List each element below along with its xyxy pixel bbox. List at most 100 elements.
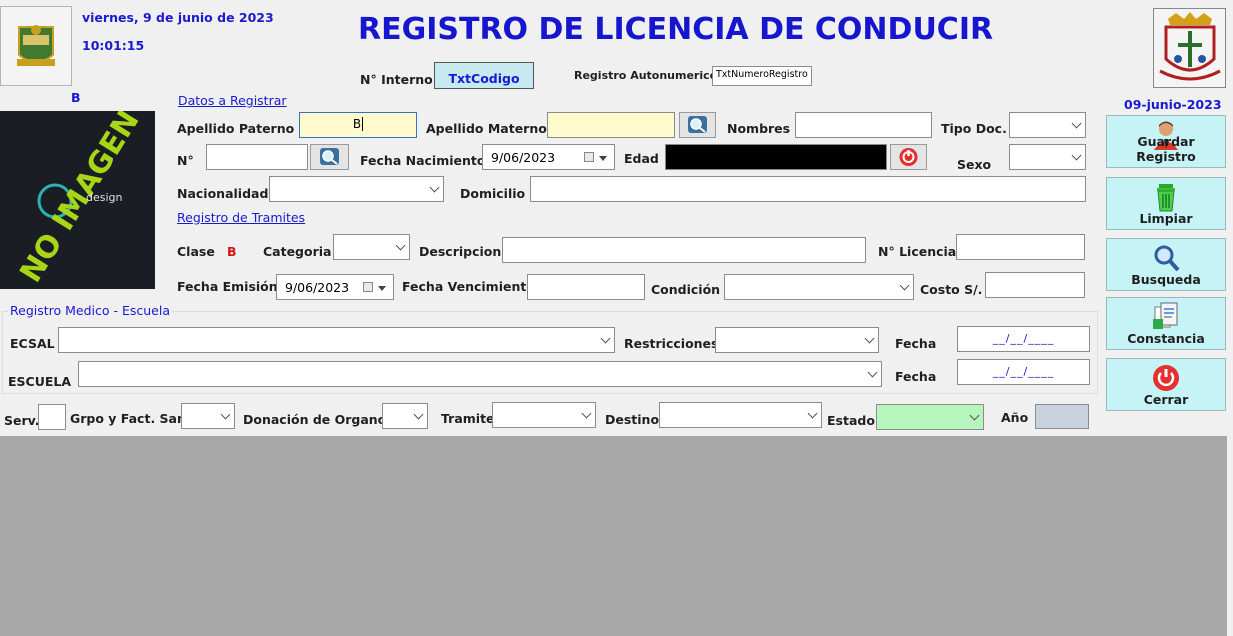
busqueda-label: Busqueda [1131, 272, 1201, 287]
limpiar-button[interactable]: Limpiar [1106, 177, 1226, 230]
nombres-input[interactable] [795, 112, 932, 138]
costo-label: Costo S/. [920, 282, 983, 297]
licencia-input[interactable] [956, 234, 1085, 260]
busqueda-button[interactable]: Busqueda [1106, 238, 1226, 291]
medico-section-title: Registro Medico - Escuela [8, 303, 173, 318]
tipo-doc-select[interactable] [1009, 112, 1086, 138]
dropdown-arrow-icon [599, 156, 607, 161]
registro-autonumerico-label: Registro Autonumerico [574, 69, 718, 82]
sexo-label: Sexo [957, 157, 992, 172]
nombres-label: Nombres [727, 121, 791, 136]
ecsal-label: ECSAL [10, 336, 55, 351]
descripcion-input[interactable] [502, 237, 866, 263]
search-icon [320, 148, 339, 165]
search-materno-button[interactable] [679, 112, 716, 138]
photo-b-label: B [71, 90, 81, 105]
licencia-label: N° Licencia [878, 244, 957, 259]
fecha-vencimiento-input[interactable] [527, 274, 645, 300]
side-date: 09-junio-2023 [1124, 97, 1222, 112]
fecha-escuela-mask: __/__/____ [992, 365, 1055, 378]
fecha-ecsal-label: Fecha [895, 336, 937, 351]
search-numero-button[interactable] [310, 144, 349, 170]
descripcion-label: Descripcion [419, 244, 502, 259]
tramites-section-title: Registro de Tramites [177, 210, 306, 225]
costo-input[interactable] [985, 272, 1085, 298]
tramite-select[interactable] [492, 402, 596, 428]
donacion-organos-label: Donación de Organos [243, 412, 394, 427]
domicilio-label: Domicilio [460, 186, 526, 201]
calendar-icon [363, 282, 373, 292]
anio-field[interactable] [1035, 404, 1089, 429]
edad-label: Edad [624, 151, 659, 166]
nacionalidad-label: Nacionalidad [177, 186, 269, 201]
detail-area [0, 436, 1227, 636]
constancia-label: Constancia [1127, 331, 1205, 346]
categoria-label: Categoria [263, 244, 332, 259]
trash-icon [1157, 184, 1175, 212]
apellido-paterno-value: B [352, 117, 362, 131]
fecha-escuela-input[interactable]: __/__/____ [957, 359, 1090, 385]
calendar-icon [584, 152, 594, 162]
power-icon [899, 148, 918, 166]
document-icon [1153, 302, 1178, 329]
clase-label: Clase [177, 244, 215, 259]
search-icon [1154, 245, 1180, 272]
tipo-doc-label: Tipo Doc. [941, 121, 1007, 136]
condicion-label: Condición [651, 282, 721, 297]
interno-label: N° Interno [360, 72, 433, 87]
constancia-button[interactable]: Constancia [1106, 297, 1226, 350]
fecha-nacimiento-picker[interactable]: 9/06/2023 [482, 144, 615, 170]
registro-number-field[interactable]: TxtNumeroRegistro [712, 66, 812, 86]
domicilio-input[interactable] [530, 176, 1086, 202]
ecsal-select[interactable] [58, 327, 615, 353]
fecha-vencimiento-label: Fecha Vencimiento [402, 279, 535, 294]
numero-label: N° [177, 153, 194, 168]
photo-placeholder: NO IMAGEN design [0, 111, 155, 289]
apellido-materno-input[interactable] [547, 112, 675, 138]
serv-input[interactable] [38, 404, 66, 430]
codigo-button[interactable]: TxtCodigo [434, 62, 534, 89]
nacionalidad-select[interactable] [269, 176, 444, 202]
limpiar-label: Limpiar [1139, 211, 1193, 226]
cerrar-label: Cerrar [1143, 392, 1189, 407]
grupo-sanguineo-select[interactable] [181, 403, 235, 429]
escuela-select[interactable] [78, 361, 882, 387]
search-icon [688, 116, 707, 133]
license-registration-form: viernes, 9 de junio de 2023 10:01:15 REG… [0, 0, 1233, 636]
restricciones-select[interactable] [715, 327, 879, 353]
serv-label: Serv. [4, 413, 40, 428]
estado-select[interactable] [876, 404, 984, 430]
power-icon [1153, 365, 1179, 391]
fecha-nacimiento-value: 9/06/2023 [491, 150, 556, 165]
fecha-emision-picker[interactable]: 9/06/2023 [276, 274, 394, 300]
fecha-escuela-label: Fecha [895, 369, 937, 384]
fecha-emision-value: 9/06/2023 [285, 280, 350, 295]
cerrar-button[interactable]: Cerrar [1106, 358, 1226, 411]
clase-value: B [227, 244, 237, 259]
calcular-edad-button[interactable] [890, 144, 927, 170]
donacion-organos-select[interactable] [382, 403, 428, 429]
emblem-logo-right [1153, 8, 1226, 88]
dropdown-arrow-icon [378, 286, 386, 291]
codigo-button-label: TxtCodigo [448, 71, 520, 86]
destino-label: Destino [605, 412, 660, 427]
guardar-registro-label: Guardar Registro [1136, 134, 1196, 164]
apellido-paterno-input[interactable]: B [299, 112, 417, 138]
registro-number-value: TxtNumeroRegistro [716, 69, 808, 80]
guardar-registro-button[interactable]: Guardar Registro [1106, 115, 1226, 168]
categoria-select[interactable] [333, 234, 410, 260]
fecha-nacimiento-label: Fecha Nacimiento [360, 153, 486, 168]
sexo-select[interactable] [1009, 144, 1086, 170]
fecha-ecsal-input[interactable]: __/__/____ [957, 326, 1090, 352]
watermark-text: design [86, 191, 123, 204]
apellido-paterno-label: Apellido Paterno [177, 121, 295, 136]
condicion-select[interactable] [724, 274, 914, 300]
current-time: 10:01:15 [82, 38, 145, 53]
fecha-emision-label: Fecha Emisión [177, 279, 278, 294]
destino-select[interactable] [659, 402, 822, 428]
anio-label: Año [1001, 410, 1029, 425]
numero-input[interactable] [206, 144, 308, 170]
restricciones-label: Restricciones [624, 336, 719, 351]
fecha-ecsal-mask: __/__/____ [992, 332, 1055, 345]
estado-label: Estado [827, 413, 875, 428]
